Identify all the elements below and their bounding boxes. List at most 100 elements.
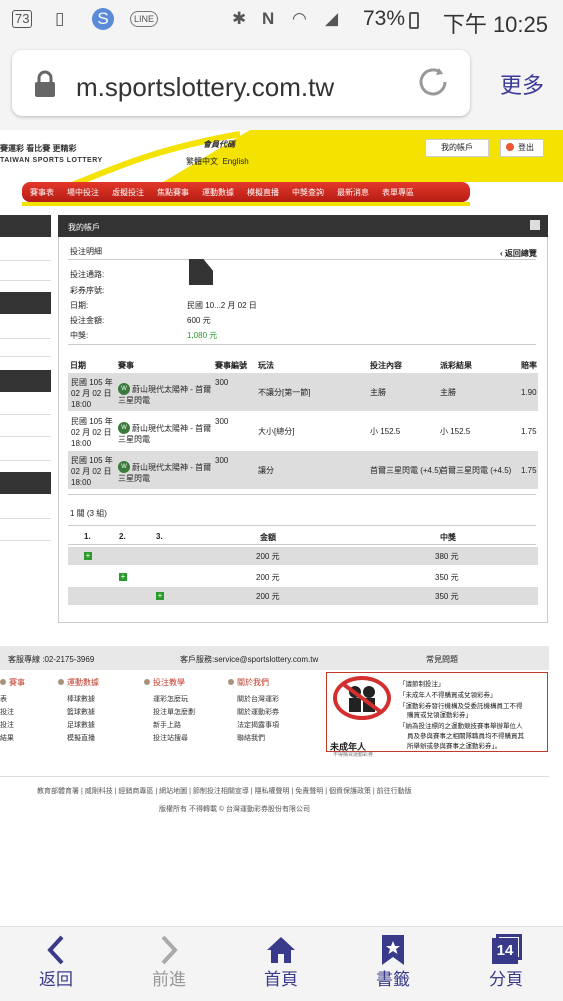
col-header-event: 賽事 bbox=[118, 361, 134, 370]
logout-button[interactable]: 登出 bbox=[500, 139, 544, 157]
sidebar-divider bbox=[0, 338, 51, 339]
row-date: 民國 105 年 02 月 02 日 18:00 bbox=[71, 417, 113, 448]
panel-header bbox=[58, 215, 548, 237]
footer-col-head[interactable]: 投注教學 bbox=[144, 677, 185, 688]
combo-col-amount: 金額 bbox=[260, 533, 276, 542]
nav-prize-check[interactable]: 中獎查詢 bbox=[292, 187, 324, 198]
row-result: 主勝 bbox=[440, 388, 456, 397]
nav-forms[interactable]: 表單專區 bbox=[382, 187, 414, 198]
bluetooth-icon: ✱ bbox=[232, 9, 247, 28]
nav-underline bbox=[22, 202, 470, 206]
language-switch: 繁體中文 English bbox=[186, 156, 249, 167]
footer-link[interactable]: 關於台灣運彩 bbox=[237, 694, 279, 704]
divider bbox=[68, 259, 536, 260]
sidebar-divider bbox=[0, 460, 51, 461]
footer-link[interactable]: 運彩怎麼玩 bbox=[153, 694, 188, 704]
table-row: 民國 105 年 02 月 02 日 18:00 W 蔚山現代太陽神 - 首爾 三星… bbox=[68, 373, 538, 411]
row-play: 大小[總分] bbox=[258, 427, 295, 436]
sidebar-divider bbox=[0, 414, 51, 415]
back-label: 返回 bbox=[39, 970, 73, 989]
detail-amount-value: 600 元 bbox=[187, 316, 211, 325]
footer-col-head[interactable]: 賽事 bbox=[0, 677, 25, 688]
footer-link[interactable]: 表 bbox=[0, 694, 7, 704]
row-event-home: 蔚山現代太陽神 - 首爾 bbox=[132, 424, 212, 433]
row-date: 民國 105 年 02 月 02 日 18:00 bbox=[71, 378, 113, 409]
tabs-icon: 14 bbox=[492, 934, 522, 964]
nav-schedule[interactable]: 賽事表 bbox=[30, 187, 54, 198]
divider bbox=[68, 344, 536, 345]
combo-row: + 200 元 350 元 bbox=[68, 587, 538, 605]
url-text[interactable]: m.sportslottery.com.tw bbox=[76, 72, 334, 103]
back-to-overview-link[interactable]: ‹ 返回總覽 bbox=[500, 248, 537, 259]
chevron-right-icon bbox=[161, 935, 178, 965]
footer-link[interactable]: 棒球數據 bbox=[67, 694, 95, 704]
warning-sublabel: 不得購買運動彩券 bbox=[333, 752, 374, 758]
nav-sports-data[interactable]: 運動數據 bbox=[202, 187, 234, 198]
combo-title: 1 關 (3 組) bbox=[70, 509, 107, 518]
logout-icon bbox=[506, 143, 514, 151]
service-email[interactable]: 客戶服務:service@sportslottery.com.tw bbox=[180, 654, 318, 665]
signal-icon: ◢ bbox=[325, 9, 339, 28]
bullet-icon bbox=[228, 679, 234, 685]
footer-links[interactable]: 教育部體育署 | 威剛科技 | 經銷商專區 | 網站地圖 | 節制投注相關宣導 … bbox=[37, 786, 412, 796]
detail-label: 彩券序號: bbox=[70, 286, 105, 295]
bookmark-icon bbox=[382, 935, 404, 965]
plus-icon: + bbox=[84, 551, 92, 560]
home-button[interactable]: 首頁 bbox=[236, 926, 326, 1000]
app-s-icon: S bbox=[92, 8, 114, 30]
reload-icon[interactable] bbox=[415, 64, 451, 105]
bookmarks-button[interactable]: 書籤 bbox=[348, 926, 438, 1000]
tabs-button[interactable]: 14 分頁 bbox=[461, 926, 551, 1000]
detail-label: 日期: bbox=[70, 301, 89, 310]
footer-link[interactable]: 新手上路 bbox=[153, 720, 181, 730]
forward-label: 前進 bbox=[152, 970, 186, 989]
lang-zh-link[interactable]: 繁體中文 bbox=[186, 157, 218, 166]
nav-featured[interactable]: 焦點賽事 bbox=[157, 187, 189, 198]
line-icon: LINE bbox=[130, 11, 159, 27]
bullet-icon bbox=[58, 679, 64, 685]
battery-percent: 73% bbox=[362, 7, 405, 30]
sidebar-divider bbox=[0, 540, 51, 541]
nav-simulation[interactable]: 模擬直播 bbox=[247, 187, 279, 198]
plus-icon: + bbox=[119, 572, 127, 581]
footer-link[interactable]: 投注單怎麼劃 bbox=[153, 707, 195, 717]
footer-link[interactable]: 關於運動彩券 bbox=[237, 707, 279, 717]
site-logo[interactable]: TAIWAN SPORTS LOTTERY bbox=[0, 157, 103, 164]
footer-link[interactable]: 模擬直播 bbox=[67, 733, 95, 743]
divider bbox=[68, 494, 536, 495]
nav-live-betting[interactable]: 場中投注 bbox=[67, 187, 99, 198]
back-button[interactable]: 返回 bbox=[11, 926, 101, 1000]
sidebar-header bbox=[0, 292, 51, 314]
battery-icon bbox=[409, 12, 419, 29]
footer-link[interactable]: 法定揭露事項 bbox=[237, 720, 279, 730]
chevron-left-icon bbox=[47, 935, 64, 965]
footer-link[interactable]: 投注 bbox=[0, 720, 14, 730]
team-logo-icon: W bbox=[118, 461, 130, 473]
my-account-button[interactable]: 我的帳戶 bbox=[425, 139, 489, 157]
sidebar-divider bbox=[0, 280, 51, 281]
footer-link[interactable]: 聯絡我們 bbox=[237, 733, 265, 743]
row-event-away: 三星閃電 bbox=[118, 474, 150, 483]
forward-button[interactable]: 前進 bbox=[124, 926, 214, 1000]
detail-prize-value: 1,080 元 bbox=[187, 331, 218, 340]
footer-col-head[interactable]: 運動數據 bbox=[58, 677, 99, 688]
divider bbox=[68, 525, 536, 526]
lang-en-link[interactable]: English bbox=[222, 157, 248, 166]
no-minors-icon bbox=[333, 676, 391, 720]
faq-link[interactable]: 常見問題 bbox=[426, 654, 458, 665]
footer-col-head[interactable]: 關於我們 bbox=[228, 677, 269, 688]
footer-link[interactable]: 投注站搜尋 bbox=[153, 733, 188, 743]
footer-link[interactable]: 投注 bbox=[0, 707, 14, 717]
home-icon bbox=[267, 937, 295, 963]
footer-link[interactable]: 結果 bbox=[0, 733, 14, 743]
print-icon[interactable] bbox=[530, 220, 540, 230]
footer-link[interactable]: 籃球數據 bbox=[67, 707, 95, 717]
row-pick: 小 152.5 bbox=[370, 427, 401, 436]
nav-virtual-betting[interactable]: 虛擬投注 bbox=[112, 187, 144, 198]
table-row: 民國 105 年 02 月 02 日 18:00 W 蔚山現代太陽神 - 首爾 三星… bbox=[68, 412, 538, 450]
hotline: 客服專線 :02-2175-3969 bbox=[8, 655, 95, 664]
sidebar-divider bbox=[0, 356, 51, 357]
nav-news[interactable]: 最新消息 bbox=[337, 187, 369, 198]
more-button[interactable]: 更多 bbox=[500, 68, 544, 100]
footer-link[interactable]: 足球數據 bbox=[67, 720, 95, 730]
